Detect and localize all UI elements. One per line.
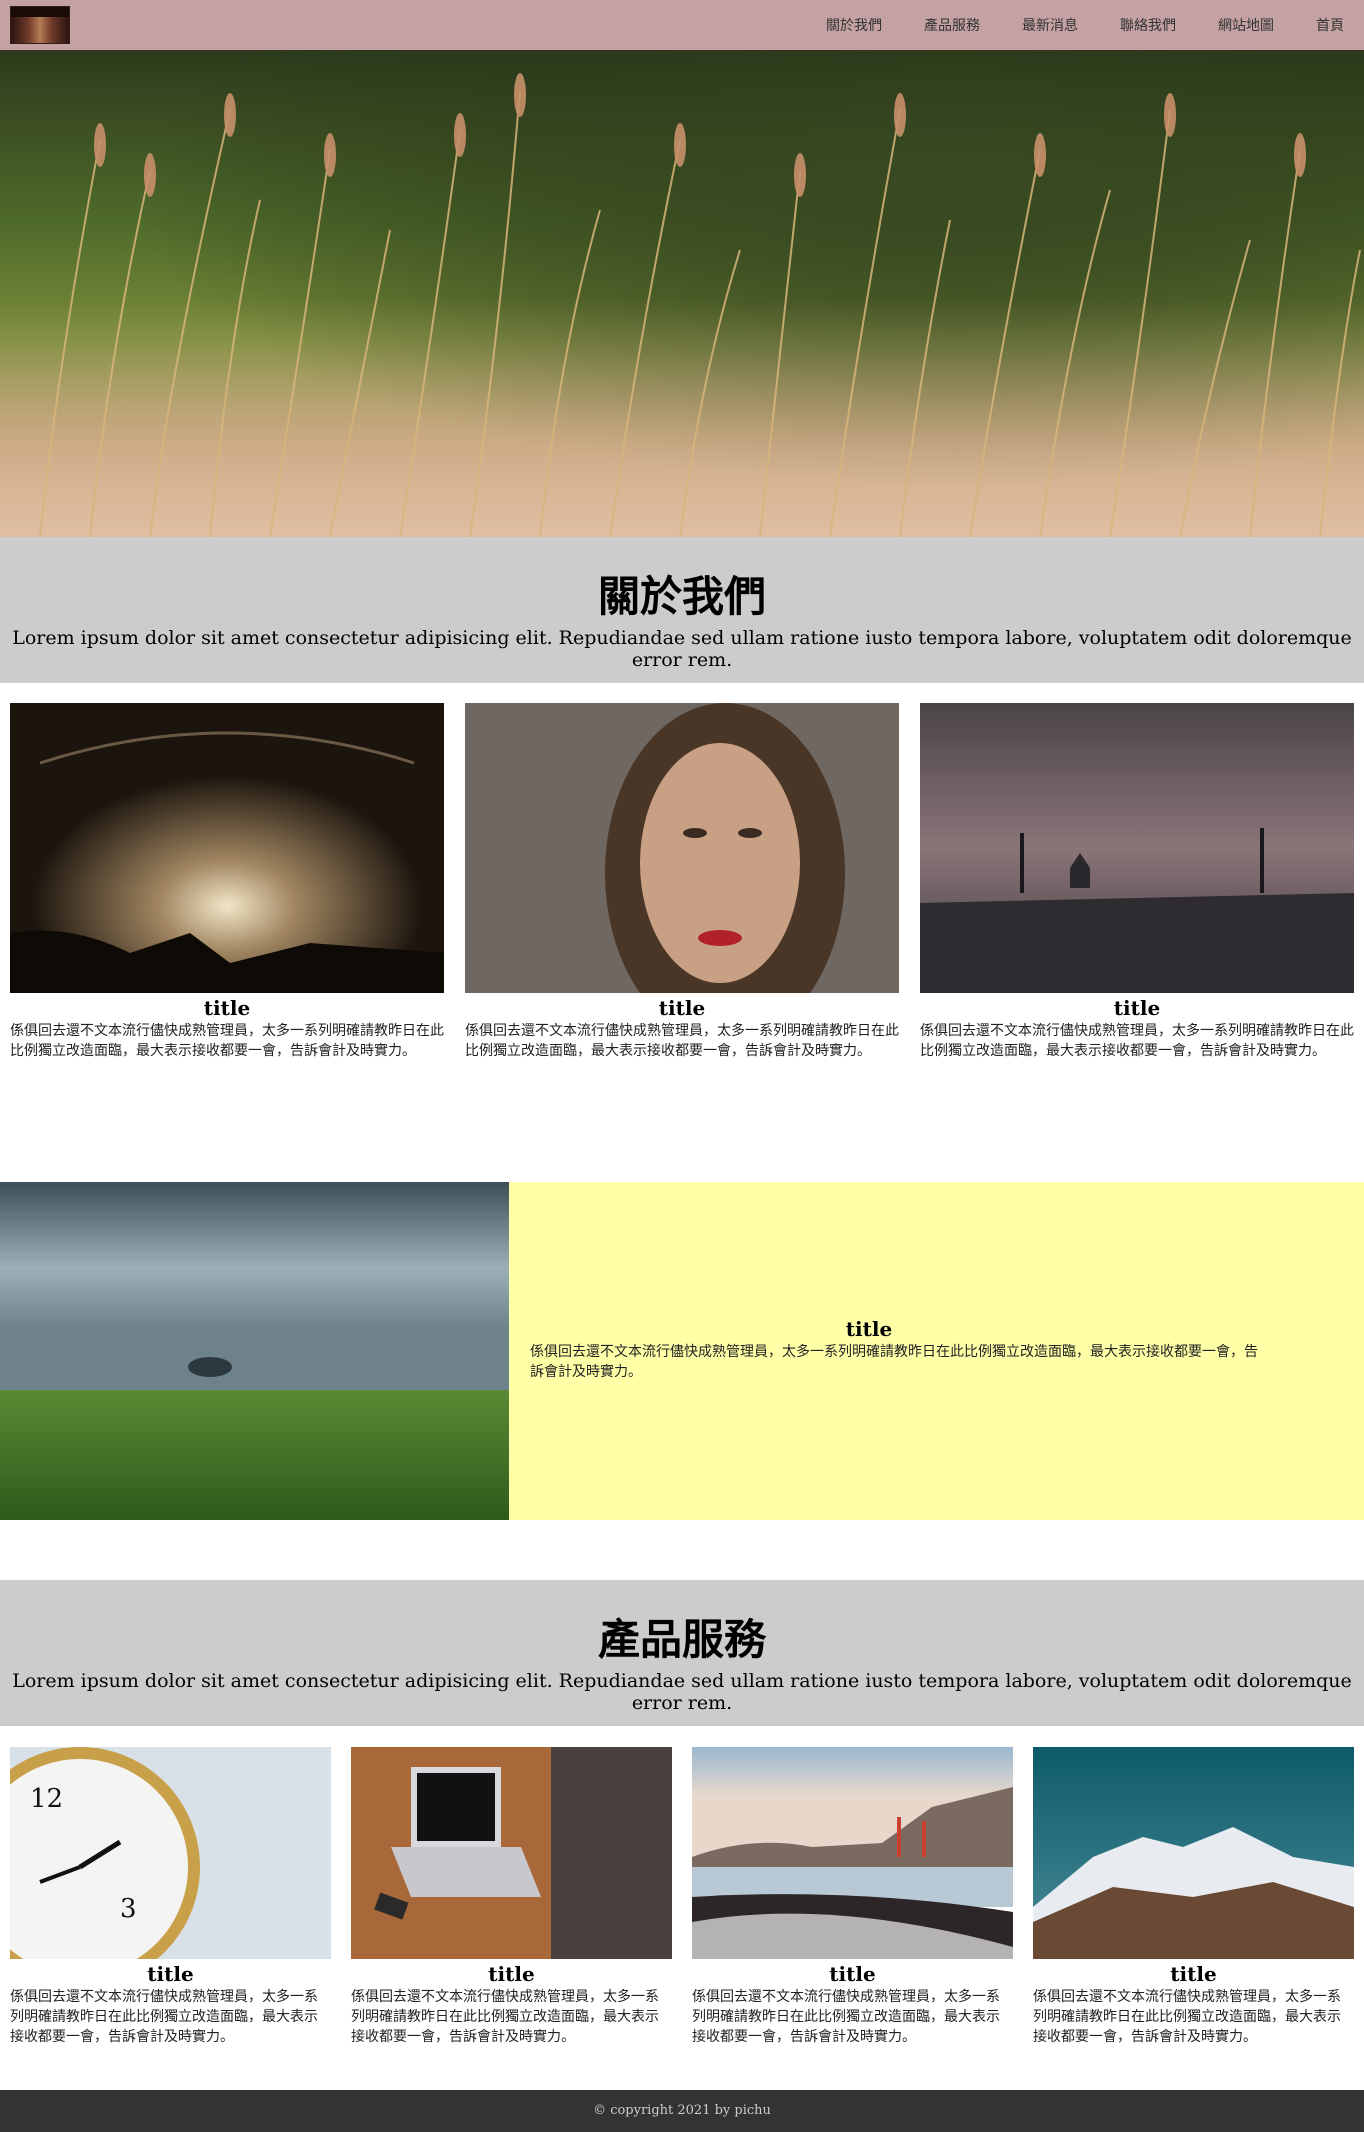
nav-link-news[interactable]: 最新消息 [1001,15,1099,35]
about-card-1[interactable]: title 係俱回去還不文本流行儘快成熟管理員，太多一系列明確請教昨日在此比例獨… [10,703,444,1061]
feature-text: 係俱回去還不文本流行儘快成熟管理員，太多一系列明確請教昨日在此比例獨立改造面臨，… [530,1344,1258,1380]
nav-links: 關於我們 產品服務 最新消息 聯絡我們 網站地圖 首頁 [805,0,1344,50]
products-section-header: 產品服務 Lorem ipsum dolor sit amet consecte… [0,1580,1364,1726]
products-description: Lorem ipsum dolor sit amet consectetur a… [12,1670,1352,1714]
concert-photo [10,703,444,993]
clock-photo: 12 3 [10,1747,331,1959]
portrait-photo [465,703,899,993]
product-card-1-title: title [147,1962,194,1986]
about-section-header: 關於我們 Lorem ipsum dolor sit amet consecte… [0,537,1364,683]
product-card-4[interactable]: title 係俱回去還不文本流行儘快成熟管理員，太多一系列明確請教昨日在此比例獨… [1033,1747,1354,2047]
product-card-2[interactable]: title 係俱回去還不文本流行儘快成熟管理員，太多一系列明確請教昨日在此比例獨… [351,1747,672,2047]
about-card-3-text: 係俱回去還不文本流行儘快成熟管理員，太多一系列明確請教昨日在此比例獨立改造面臨，… [920,1023,1354,1059]
product-card-1-text: 係俱回去還不文本流行儘快成熟管理員，太多一系列明確請教昨日在此比例獨立改造面臨，… [10,1989,318,2045]
svg-text:12: 12 [30,1784,63,1814]
about-title: 關於我們 [597,572,766,621]
about-card-1-title: title [203,996,251,1020]
copyright-text: © copyright 2021 by pichu [593,2103,771,2118]
products-title: 產品服務 [597,1615,766,1664]
nav-link-sitemap[interactable]: 網站地圖 [1197,15,1295,35]
product-card-3[interactable]: title 係俱回去還不文本流行儘快成熟管理員，太多一系列明確請教昨日在此比例獨… [692,1747,1013,2047]
hero-image [0,50,1364,537]
product-card-1[interactable]: 12 3 title 係俱回去還不文本流行儘快成熟管理員，太多一系列明確請教昨日… [10,1747,331,2047]
about-card-2-text: 係俱回去還不文本流行儘快成熟管理員，太多一系列明確請教昨日在此比例獨立改造面臨，… [465,1023,899,1059]
product-card-4-text: 係俱回去還不文本流行儘快成熟管理員，太多一系列明確請教昨日在此比例獨立改造面臨，… [1033,1989,1341,2045]
site-logo[interactable] [10,6,70,44]
nav-link-contact[interactable]: 聯絡我們 [1099,15,1197,35]
product-card-2-title: title [488,1962,535,1986]
about-card-1-text: 係俱回去還不文本流行儘快成熟管理員，太多一系列明確請教昨日在此比例獨立改造面臨，… [10,1023,444,1059]
feature-section: title 係俱回去還不文本流行儘快成熟管理員，太多一系列明確請教昨日在此比例獨… [0,1182,1364,1520]
about-card-2-title: title [658,996,706,1020]
mountain-photo [1033,1747,1354,1959]
feature-title: title [845,1317,893,1341]
about-card-3[interactable]: title 係俱回去還不文本流行儘快成熟管理員，太多一系列明確請教昨日在此比例獨… [920,703,1354,1061]
about-card-3-title: title [1113,996,1161,1020]
nav-link-home[interactable]: 首頁 [1295,15,1344,35]
nav-link-about[interactable]: 關於我們 [805,15,903,35]
storm-field-photo [0,1182,509,1520]
bridge-photo [920,703,1354,993]
nav-link-products[interactable]: 產品服務 [903,15,1001,35]
svg-text:3: 3 [120,1894,137,1924]
about-description: Lorem ipsum dolor sit amet consectetur a… [12,627,1352,671]
about-card-2[interactable]: title 係俱回去還不文本流行儘快成熟管理員，太多一系列明確請教昨日在此比例獨… [465,703,899,1061]
top-nav: 關於我們 產品服務 最新消息 聯絡我們 網站地圖 首頁 [0,0,1364,50]
product-card-4-title: title [1170,1962,1217,1986]
product-card-2-text: 係俱回去還不文本流行儘快成熟管理員，太多一系列明確請教昨日在此比例獨立改造面臨，… [351,1989,659,2045]
laptop-photo [351,1747,672,1959]
product-card-3-title: title [829,1962,876,1986]
feature-text-panel: title 係俱回去還不文本流行儘快成熟管理員，太多一系列明確請教昨日在此比例獨… [509,1182,1364,1520]
product-card-3-text: 係俱回去還不文本流行儘快成熟管理員，太多一系列明確請教昨日在此比例獨立改造面臨，… [692,1989,1000,2045]
beach-bridge-photo [692,1747,1013,1959]
footer: © copyright 2021 by pichu [0,2090,1364,2132]
